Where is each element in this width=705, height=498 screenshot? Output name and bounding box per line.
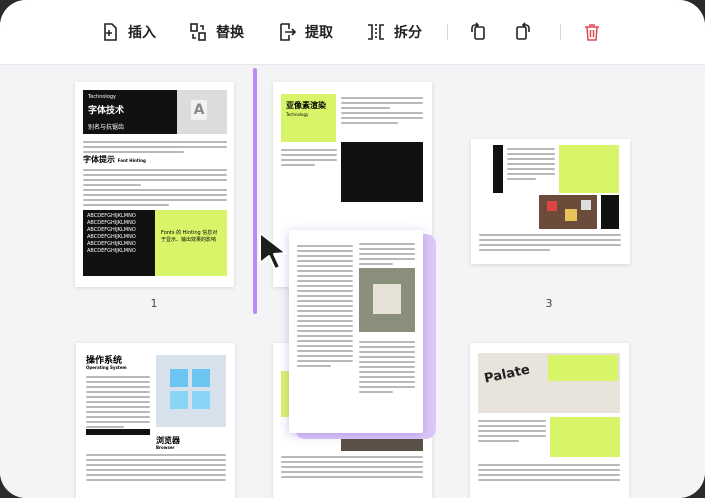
- dragged-page-body-left: [297, 242, 353, 370]
- delete-button[interactable]: [582, 18, 602, 46]
- page-3-lime-block: [559, 145, 619, 193]
- page-1-font-sample-image: ABCDEFGHIJKLMNO ABCDEFGHIJKLMNO ABCDEFGHIJ…: [83, 210, 155, 276]
- page-1-section-title: 字体提示 Font Hinting: [83, 155, 146, 164]
- rotate-left-button[interactable]: [468, 18, 488, 46]
- page-4-body: [86, 373, 150, 431]
- page-2-title-block: 亚像素渲染 Technology: [281, 94, 336, 142]
- page-4-section-sub: Browser: [156, 445, 175, 450]
- dragged-page-image: [359, 268, 415, 332]
- page-6-image: Palate: [478, 353, 620, 413]
- page-1-header: Technology: [88, 94, 117, 100]
- extract-button[interactable]: 提取: [277, 18, 333, 46]
- page-3-body: [479, 231, 621, 254]
- dragged-page[interactable]: [289, 230, 436, 439]
- rotate-right-icon: [516, 22, 530, 40]
- split-label: 拆分: [394, 25, 422, 41]
- page-3-title-strip: [493, 145, 503, 193]
- page-1-image: A: [177, 90, 227, 134]
- rotate-left-icon: [471, 22, 485, 40]
- dragged-page-body-right: [359, 240, 415, 268]
- extract-icon: [280, 23, 297, 41]
- insert-button[interactable]: 插入: [100, 18, 156, 46]
- page-2-title: 亚像素渲染: [286, 101, 326, 110]
- page-2-top-text: [341, 94, 423, 127]
- page-2-sub: Technology: [286, 112, 309, 117]
- replace-label: 替换: [216, 25, 244, 41]
- page-1-title-block: Technology 字体技术 别名与抗锯齿: [83, 90, 177, 134]
- page-3-text: [507, 145, 555, 183]
- extract-label: 提取: [305, 25, 333, 41]
- page-4-dark-bar: [86, 429, 150, 435]
- rotate-right-button[interactable]: [513, 18, 533, 46]
- toolbar-divider: [447, 24, 448, 40]
- page-4-sub: Operating System: [86, 365, 127, 370]
- page-thumbnail-3[interactable]: [471, 139, 630, 264]
- page-2-image: [341, 142, 423, 202]
- page-2-body: [281, 146, 337, 169]
- replace-button[interactable]: 替换: [188, 18, 244, 46]
- mouse-cursor-icon: [259, 232, 287, 270]
- page-6-callout: [550, 417, 620, 457]
- toolbar-divider: [560, 24, 561, 40]
- page-number-1: 1: [150, 297, 158, 310]
- page-thumbnail-1[interactable]: Technology 字体技术 别名与抗锯齿 A 字体提示 Font Hinti…: [75, 82, 234, 287]
- page-6-body-left: [478, 417, 546, 445]
- insert-position-indicator: [253, 68, 257, 314]
- page-thumbnail-area: Technology 字体技术 别名与抗锯齿 A 字体提示 Font Hinti…: [0, 65, 705, 498]
- page-1-body: [83, 166, 227, 209]
- page-1-callout: Fonts 的 Hinting 信息对于显示、输出效果的影响: [155, 210, 227, 276]
- page-number-3: 3: [545, 297, 553, 310]
- app-window: 插入 替换 提取 拆分 Technology 字体技术 别名与抗锯齿 A 字体提…: [0, 0, 705, 498]
- page-4-windows-image: [156, 355, 226, 427]
- page-3-image: [539, 195, 597, 229]
- page-6-body: [478, 461, 620, 484]
- page-1-title: 字体技术: [88, 106, 125, 116]
- page-1-subtitle: 别名与抗锯齿: [88, 124, 125, 131]
- insert-label: 插入: [128, 25, 156, 41]
- split-button[interactable]: 拆分: [366, 18, 422, 46]
- replace-icon: [190, 23, 206, 41]
- page-3-dark-strip: [601, 195, 619, 229]
- page-thumbnail-6[interactable]: Palate: [470, 343, 629, 498]
- dragged-page-body-right-lower: [359, 338, 415, 396]
- page-4-lower-body: [86, 451, 226, 484]
- toolbar: 插入 替换 提取 拆分: [0, 0, 705, 65]
- trash-icon: [585, 24, 599, 41]
- page-5-body: [281, 453, 423, 481]
- page-thumbnail-4[interactable]: 操作系统 Operating System 浏览器 Browser: [76, 343, 235, 498]
- split-icon: [368, 24, 384, 40]
- insert-page-icon: [104, 23, 117, 41]
